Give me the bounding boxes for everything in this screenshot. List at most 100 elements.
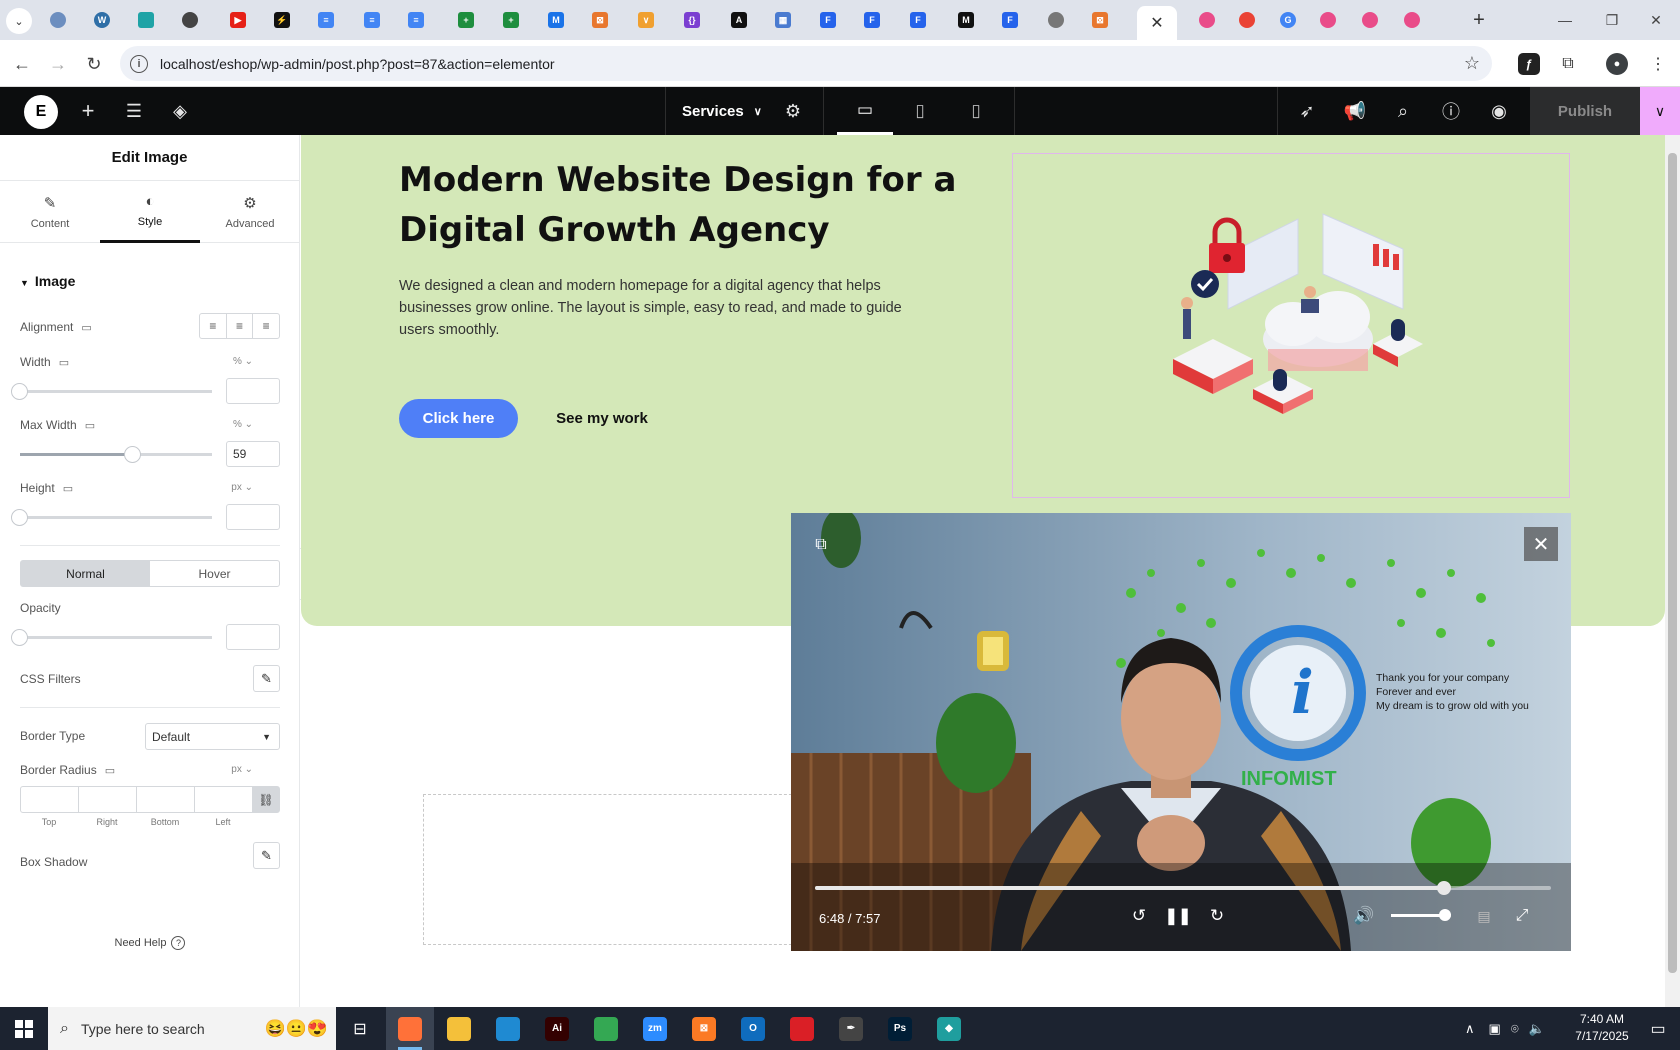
browser-tab[interactable]: ⚡ — [268, 8, 296, 32]
css-filters-edit-pencil-icon[interactable]: ✎ — [253, 665, 280, 692]
extension-f-icon[interactable]: ƒ — [1518, 53, 1540, 75]
fullscreen-icon[interactable]: ⤢ — [1509, 903, 1535, 929]
taskbar-app-xampp[interactable]: ⊠ — [680, 1007, 728, 1050]
browser-tab[interactable]: ≡ — [358, 8, 386, 32]
width-slider[interactable] — [20, 390, 212, 393]
canvas-scrollbar[interactable] — [1665, 135, 1680, 1007]
video-progress-bar[interactable] — [815, 881, 1551, 895]
volume-handle[interactable] — [1439, 909, 1451, 921]
browser-tab[interactable] — [1193, 8, 1221, 32]
speaker-icon[interactable]: 🔈 — [1529, 1021, 1545, 1037]
browser-tab[interactable]: ▶ — [224, 8, 252, 32]
width-unit-select[interactable]: % ⌄ — [233, 356, 253, 367]
border-type-select[interactable]: Default ▼ — [145, 723, 280, 750]
width-slider-handle[interactable] — [11, 383, 28, 400]
max-width-slider-handle[interactable] — [124, 446, 141, 463]
publish-options-chevron-icon[interactable]: ∨ — [1640, 87, 1680, 135]
taskbar-app-vscode[interactable] — [484, 1007, 532, 1050]
browser-tab[interactable]: W — [88, 8, 116, 32]
opacity-slider-handle[interactable] — [11, 629, 28, 646]
rocket-icon[interactable]: ➶ — [1293, 97, 1321, 125]
forward-10-icon[interactable]: ↻ — [1204, 903, 1230, 929]
radius-right-input[interactable] — [79, 787, 137, 812]
taskbar-app-chrome[interactable] — [582, 1007, 630, 1050]
browser-tab[interactable]: ∨ — [632, 8, 660, 32]
click-here-button[interactable]: Click here — [399, 399, 518, 438]
browser-tab[interactable]: M — [952, 8, 980, 32]
taskbar-search-box[interactable]: ⌕ Type here to search 😆😐😍 — [48, 1007, 336, 1050]
search-icon[interactable]: ⌕ — [1389, 97, 1417, 125]
need-help-link[interactable]: Need Help? — [0, 936, 300, 950]
section-image-toggle[interactable]: ▼ Image — [20, 273, 75, 289]
wifi-icon[interactable]: ⌾ — [1511, 1021, 1519, 1037]
desktop-icon[interactable]: ▭ — [59, 357, 69, 369]
browser-tab[interactable]: + — [497, 8, 525, 32]
tab-normal[interactable]: Normal — [21, 561, 150, 586]
taskbar-app-outlook[interactable]: O — [729, 1007, 777, 1050]
url-text[interactable]: localhost/eshop/wp-admin/post.php?post=8… — [160, 56, 555, 72]
scrollbar-thumb[interactable] — [1668, 153, 1677, 973]
browser-tab[interactable] — [1233, 8, 1261, 32]
radius-top-input[interactable] — [21, 787, 79, 812]
tab-style[interactable]: ◐ Style — [100, 181, 200, 243]
height-unit-select[interactable]: px ⌄ — [231, 482, 253, 493]
height-input[interactable] — [226, 504, 280, 530]
taskbar-clock[interactable]: 7:40 AM 7/17/2025 — [1568, 1011, 1636, 1045]
tray-chevron-up-icon[interactable]: ∧ — [1465, 1021, 1475, 1037]
add-element-icon[interactable]: + — [74, 97, 102, 125]
active-tab[interactable]: ✕ — [1137, 6, 1177, 40]
see-my-work-button[interactable]: See my work — [537, 399, 667, 438]
hero-heading[interactable]: Modern Website Design for a Digital Grow… — [399, 155, 959, 255]
radius-left-input[interactable] — [195, 787, 253, 812]
browser-tab[interactable]: ▦ — [769, 8, 797, 32]
taskbar-app-file-explorer[interactable] — [435, 1007, 483, 1050]
align-right-icon[interactable]: ≡ — [253, 314, 279, 338]
max-width-unit-select[interactable]: % ⌄ — [233, 419, 253, 430]
browser-menu-icon[interactable]: ⋮ — [1644, 50, 1672, 78]
height-slider[interactable] — [20, 516, 212, 519]
align-center-icon[interactable]: ≡ — [227, 314, 254, 338]
browser-tab[interactable]: ≡ — [402, 8, 430, 32]
help-icon[interactable]: ⓘ — [1437, 97, 1465, 125]
browser-tab[interactable]: ⊠ — [586, 8, 614, 32]
windows-start-icon[interactable] — [0, 1007, 48, 1050]
bookmark-star-icon[interactable]: ☆ — [1464, 53, 1480, 74]
volume-icon[interactable]: 🔊 — [1351, 903, 1377, 929]
taskbar-app-app-diamond[interactable]: ◆ — [925, 1007, 973, 1050]
browser-tab[interactable] — [44, 8, 72, 32]
taskbar-app-illustrator[interactable]: Ai — [533, 1007, 581, 1050]
selected-image-widget[interactable] — [1012, 153, 1570, 498]
taskbar-app-pen-tool[interactable]: ✒ — [827, 1007, 875, 1050]
pause-icon[interactable]: ❚❚ — [1165, 903, 1192, 929]
browser-tab[interactable] — [1314, 8, 1342, 32]
site-info-icon[interactable]: i — [130, 54, 148, 73]
browser-tab[interactable] — [176, 8, 204, 32]
box-shadow-edit-pencil-icon[interactable]: ✎ — [253, 842, 280, 869]
profile-avatar[interactable]: ● — [1606, 53, 1628, 75]
desktop-icon[interactable]: ▭ — [85, 420, 95, 432]
captions-icon[interactable]: ▤ — [1471, 903, 1497, 929]
align-left-icon[interactable]: ≡ — [200, 314, 227, 338]
browser-tab[interactable]: F — [858, 8, 886, 32]
preview-eye-icon[interactable]: ◉ — [1485, 97, 1513, 125]
browser-tab[interactable]: F — [814, 8, 842, 32]
browser-tab[interactable]: G — [1274, 8, 1302, 32]
window-close-button[interactable]: ✕ — [1626, 0, 1680, 40]
picture-in-picture-video[interactable]: i INFOMIST Thank you for your company Fo… — [791, 513, 1571, 951]
extensions-puzzle-icon[interactable]: ⧉ — [1554, 50, 1582, 78]
browser-tab[interactable] — [132, 8, 160, 32]
network-icon[interactable]: ▣ — [1489, 1021, 1501, 1037]
tab-advanced[interactable]: ⚙ Advanced — [200, 181, 300, 243]
desktop-icon[interactable]: ▭ — [105, 765, 115, 777]
browser-tab[interactable]: ≡ — [312, 8, 340, 32]
taskbar-app-creative-cloud[interactable] — [778, 1007, 826, 1050]
tab-search-chevron-icon[interactable]: ⌄ — [6, 8, 32, 34]
browser-tab[interactable]: M — [542, 8, 570, 32]
tab-hover[interactable]: Hover — [150, 561, 279, 586]
browser-tab[interactable]: + — [452, 8, 480, 32]
max-width-slider[interactable] — [20, 453, 212, 456]
notifications-icon[interactable]: ▭ — [1636, 1007, 1680, 1050]
desktop-icon[interactable]: ▭ — [63, 483, 73, 495]
site-settings-sliders-icon[interactable]: ☰ — [120, 97, 148, 125]
width-input[interactable] — [226, 378, 280, 404]
